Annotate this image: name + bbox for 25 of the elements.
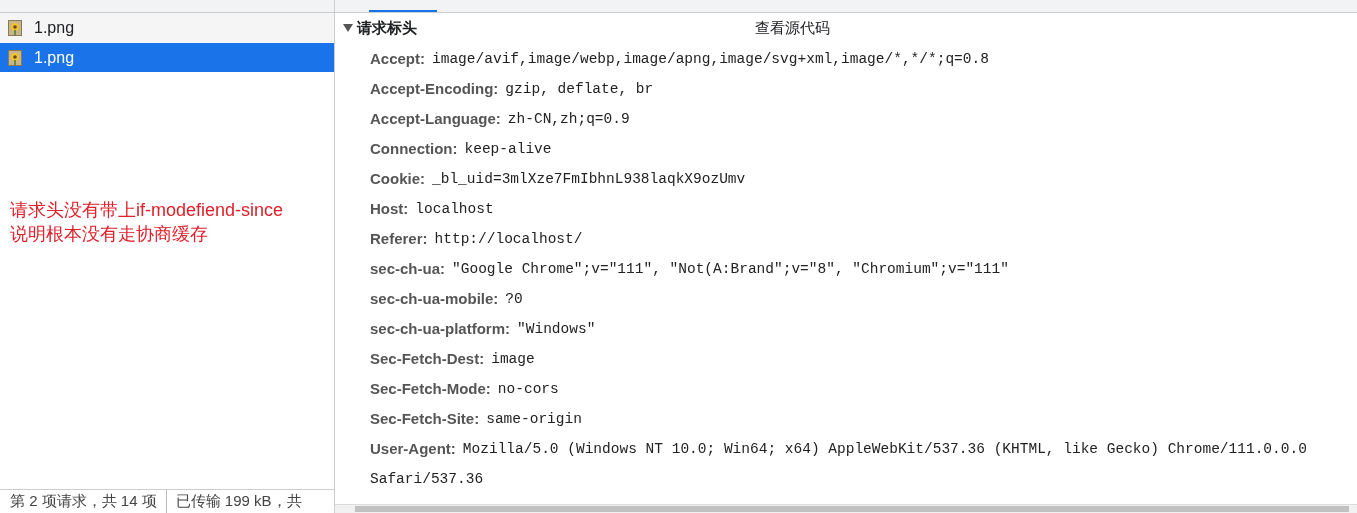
header-line: Accept-Language: zh-CN,zh;q=0.9: [370, 109, 631, 129]
header-line: sec-ch-ua-platform: "Windows": [370, 319, 597, 339]
view-source-link[interactable]: 查看源代码: [755, 16, 830, 40]
annotation-text: 请求头没有带上if-modefiend-since 说明根本没有走协商缓存: [10, 199, 285, 246]
header-line: Sec-Fetch-Dest: image: [370, 349, 536, 369]
header-line: sec-ch-ua: "Google Chrome";v="111", "Not(A:Brand";v="8", "Chromium";v="111": [370, 259, 1010, 279]
section-toggle[interactable]: 请求标头: [343, 16, 417, 40]
header-line: Referer: http://localhost/: [370, 229, 584, 249]
header-line: Accept: image/avif,image/webp,image/apng,image/svg+xml,image/*,*/*;q=0.8: [370, 49, 990, 69]
header-line: sec-ch-ua-mobile: ?0: [370, 289, 524, 309]
header-line: Sec-Fetch-Mode: no-cors: [370, 379, 560, 399]
active-tab-indicator: [369, 10, 437, 12]
status-text: 已传输 199 kB，共: [165, 490, 302, 513]
header-line: Host: localhost: [370, 199, 495, 219]
status-text: 第 2 项请求，共 14 项: [10, 491, 157, 512]
file-row[interactable]: 1.png: [0, 13, 334, 43]
file-row[interactable]: 1.png: [0, 43, 334, 72]
header-line: Sec-Fetch-Site: same-origin: [370, 409, 583, 429]
header-line: Cookie: _bl_uid=3mlXze7FmIbhnL938laqkX9ozUmv: [370, 169, 747, 189]
header-line: Accept-Encoding: gzip, deflate, br: [370, 79, 655, 99]
header-line: Connection: keep-alive: [370, 139, 553, 159]
header-line: User-Agent: Mozilla/5.0 (Windows NT 10.0; Win64; x64) AppleWebKit/537.36 (KHTML, like Gecko) Chrome/111.0.0.0 Safari/537.36: [370, 439, 1308, 489]
image-file-icon: [8, 20, 22, 36]
image-file-icon: [8, 49, 22, 66]
caret-icon: [343, 24, 353, 32]
